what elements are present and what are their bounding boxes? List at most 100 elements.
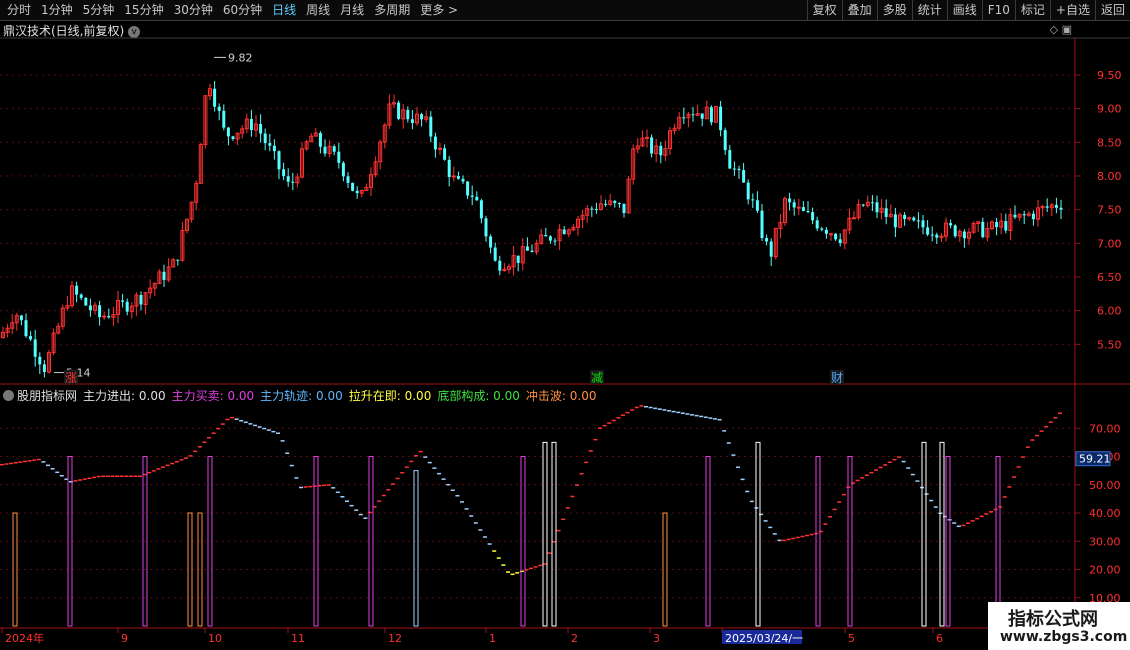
candle-body (760, 210, 764, 238)
candle-body (953, 225, 957, 237)
date-label: 2 (571, 632, 578, 645)
candle-body (912, 217, 916, 221)
candle-body (962, 231, 966, 239)
candle-body (921, 220, 925, 228)
price-axis-label: 7.50 (1097, 204, 1122, 217)
signal-bar (755, 441, 761, 627)
indicator-axis-label: 50.00 (1089, 479, 1121, 492)
candle-body (98, 305, 102, 318)
candle-body (1013, 214, 1017, 218)
candle-body (659, 145, 663, 156)
candle-body (852, 217, 856, 220)
candle-body (29, 336, 33, 340)
candle-body (811, 212, 815, 221)
candle-body (33, 339, 37, 357)
candle-body (732, 168, 736, 170)
candle-body (447, 159, 451, 178)
candle-body (562, 229, 566, 234)
candle-body (461, 178, 465, 182)
candle-body (332, 146, 336, 152)
signal-bar (313, 456, 319, 627)
candle-body (213, 88, 217, 107)
candle-body (397, 102, 401, 119)
indicator-toggle-icon[interactable] (3, 390, 14, 401)
date-label: 5 (848, 632, 855, 645)
indicator-field-5: 冲击波: 0.00 (525, 389, 597, 403)
event-marker-1: 减 (591, 371, 603, 385)
candle-body (590, 208, 594, 210)
candle-body (282, 169, 286, 177)
candle-body (249, 118, 253, 131)
indicator-axis-label: 20.00 (1089, 564, 1121, 577)
indicator-legend: 股朋指标网 主力进出: 0.00 主力买卖: 0.00 主力轨迹: 0.00 拉升在即:… (3, 387, 608, 404)
indicator-axis-label: 70.00 (1089, 422, 1121, 435)
candle-body (337, 151, 341, 163)
candle-body (691, 114, 695, 116)
candle-body (801, 207, 805, 212)
candle-body (594, 209, 598, 211)
candle-body (1022, 214, 1026, 216)
candle-body (323, 146, 327, 154)
candle-body (742, 170, 746, 183)
candle-body (79, 294, 83, 298)
candle-body (838, 239, 842, 244)
candle-body (355, 190, 359, 194)
candle-body (737, 168, 741, 171)
candle-body (700, 113, 704, 119)
watermark-url: www.zbgs3.com (1000, 629, 1128, 645)
price-axis-label: 6.50 (1097, 271, 1122, 284)
candle-body (930, 234, 934, 236)
signal-bar (921, 441, 927, 627)
candle-body (792, 202, 796, 208)
candle-body (42, 364, 46, 372)
candle-body (475, 196, 479, 201)
date-label: 12 (388, 632, 402, 645)
candle-body (604, 203, 608, 205)
high-annotation: 9.82 (228, 51, 253, 64)
date-label: 9 (121, 632, 128, 645)
candle-body (884, 208, 888, 217)
candle-body (217, 106, 221, 111)
candle-body (24, 320, 28, 337)
event-marker-0: 涨 (65, 370, 77, 385)
kline-chart: 9.50 9.00 8.50 8.00 7.50 7.00 6.50 6.00 5.50 9.82… (0, 37, 1130, 650)
candle-body (530, 250, 534, 252)
price-axis-label: 6.00 (1097, 305, 1122, 318)
candle-body (755, 200, 759, 211)
current-value-label: 59.21 (1079, 453, 1111, 466)
candle-body (824, 229, 828, 234)
price-axis-label: 8.50 (1097, 136, 1122, 149)
date-label: 11 (291, 632, 305, 645)
price-axis-label: 9.00 (1097, 103, 1122, 116)
candle-body (493, 247, 497, 261)
candle-body (1045, 206, 1049, 208)
candle-body (466, 181, 470, 196)
candle-body (272, 145, 276, 152)
candle-body (788, 198, 792, 203)
date-label: 2025/03/24/一 (725, 632, 803, 645)
candle-body (719, 106, 723, 131)
candle-body (682, 117, 686, 119)
candle-body (443, 148, 447, 160)
candle-body (410, 119, 414, 123)
candle-body (470, 195, 474, 197)
indicator-field-4: 底部构成: 0.00 (437, 389, 520, 403)
indicator-axis-label: 30.00 (1089, 535, 1121, 548)
candle-body (406, 109, 410, 120)
date-label: 3 (653, 632, 660, 645)
candle-body (176, 259, 180, 261)
candle-body (525, 246, 529, 251)
date-label: 2024年 (5, 631, 44, 645)
candle-body (121, 300, 125, 302)
candle-body (139, 295, 143, 305)
event-marker-2: 财 (831, 371, 843, 385)
candle-body (291, 181, 295, 183)
candle-body (728, 150, 732, 169)
date-label: 10 (208, 632, 222, 645)
candle-body (820, 228, 824, 230)
candle-body (268, 143, 272, 146)
candle-body (516, 255, 520, 263)
candle-body (456, 175, 460, 179)
indicator-axis-label: 40.00 (1089, 507, 1121, 520)
indicator-field-0: 主力进出: 0.00 (83, 389, 166, 403)
